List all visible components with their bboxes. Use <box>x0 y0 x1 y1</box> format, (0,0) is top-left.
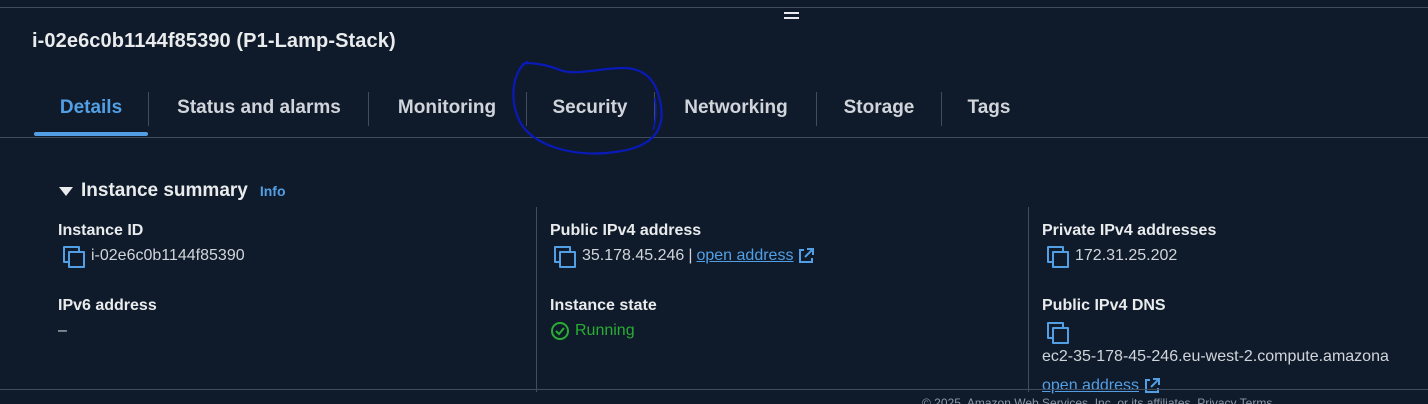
tab-networking[interactable]: Networking <box>666 84 806 136</box>
footer-divider <box>0 389 1428 390</box>
instance-state-label: Instance state <box>550 297 657 314</box>
tab-divider <box>941 92 942 126</box>
public-dns-copy <box>1045 322 1075 344</box>
panel-top-border <box>0 0 1428 8</box>
tab-monitoring[interactable]: Monitoring <box>380 84 514 136</box>
dns-open-address-link[interactable]: open address <box>1042 377 1139 395</box>
copy-icon[interactable] <box>1045 246 1069 268</box>
ipv6-label: IPv6 address <box>58 297 157 314</box>
value-separator: | <box>688 247 693 264</box>
external-link-icon[interactable] <box>1143 377 1161 395</box>
tab-status-and-alarms[interactable]: Status and alarms <box>160 84 358 136</box>
open-address-link[interactable]: open address <box>696 247 793 265</box>
copy-icon[interactable] <box>1045 322 1069 344</box>
active-tab-indicator <box>34 132 148 136</box>
column-divider <box>536 207 537 392</box>
check-circle-icon <box>551 322 569 340</box>
page-title: i-02e6c0b1144f85390 (P1-Lamp-Stack) <box>32 30 396 52</box>
instance-id-text: i-02e6c0b1144f85390 <box>91 247 245 264</box>
instance-summary-header[interactable]: Instance summary Info <box>59 178 286 204</box>
instance-details-panel: i-02e6c0b1144f85390 (P1-Lamp-Stack) Deta… <box>0 0 1428 404</box>
private-ipv4-label: Private IPv4 addresses <box>1042 222 1217 239</box>
instance-id-label: Instance ID <box>58 222 144 239</box>
external-link-icon[interactable] <box>797 247 815 265</box>
tab-divider <box>368 92 369 126</box>
ipv6-value: – <box>58 322 67 339</box>
instance-id-value: i-02e6c0b1144f85390 <box>61 246 245 268</box>
public-ipv4-text: 35.178.45.246 <box>582 247 685 264</box>
public-ipv4-label: Public IPv4 address <box>550 222 702 239</box>
tab-storage[interactable]: Storage <box>828 84 930 136</box>
public-dns-open: open address <box>1042 377 1161 395</box>
column-divider <box>1028 207 1029 392</box>
copy-icon[interactable] <box>552 246 576 268</box>
tab-divider <box>816 92 817 126</box>
tab-divider <box>148 92 149 126</box>
drag-handle-icon[interactable] <box>783 9 801 25</box>
public-ipv4-value: 35.178.45.246 | open address <box>552 246 815 268</box>
instance-state-text: Running <box>575 322 635 339</box>
tab-bar: Details Status and alarms Monitoring Sec… <box>0 84 1428 138</box>
private-ipv4-value: 172.31.25.202 <box>1045 246 1178 268</box>
tab-security[interactable]: Security <box>538 84 642 136</box>
tab-divider <box>526 92 527 126</box>
tab-divider <box>654 92 655 126</box>
footer-text: © 2025, Amazon Web Services, Inc. or its… <box>922 396 1273 404</box>
tab-details[interactable]: Details <box>34 84 148 136</box>
section-title: Instance summary <box>81 180 248 201</box>
copy-icon[interactable] <box>61 246 85 268</box>
public-dns-label: Public IPv4 DNS <box>1042 297 1166 314</box>
instance-state-value: Running <box>550 321 635 341</box>
caret-down-icon[interactable] <box>59 186 73 196</box>
tab-tags[interactable]: Tags <box>953 84 1025 136</box>
public-dns-value: ec2-35-178-45-246.eu-west-2.compute.amaz… <box>1042 348 1389 365</box>
info-link[interactable]: Info <box>260 183 286 199</box>
private-ipv4-text: 172.31.25.202 <box>1075 247 1178 264</box>
